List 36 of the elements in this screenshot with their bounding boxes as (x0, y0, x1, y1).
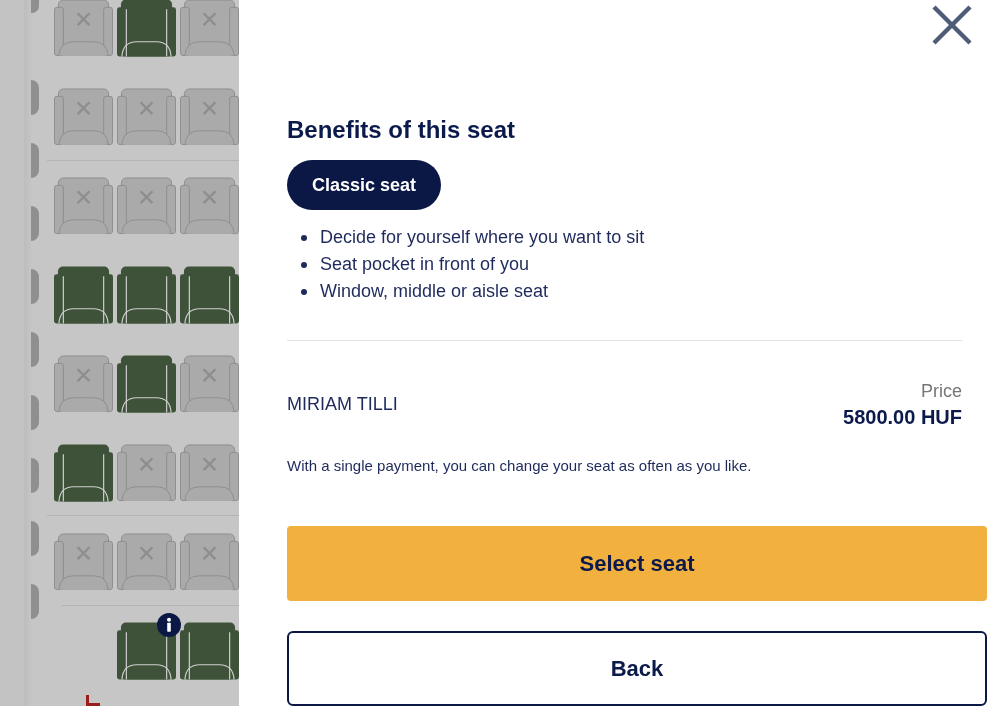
seat-class-badge: Classic seat (287, 160, 442, 210)
benefit-text: Decide for yourself where you want to sit (320, 226, 645, 249)
price-label: Price (921, 380, 962, 402)
info-icon[interactable] (157, 613, 181, 637)
close-button[interactable] (931, 5, 973, 45)
seat-icon[interactable] (180, 266, 239, 324)
payment-note: With a single payment, you can change your seat as often as you like. (287, 456, 752, 476)
window-icon (31, 458, 39, 493)
price-value: 5800.00 HUF (843, 406, 962, 428)
seat-icon[interactable] (117, 0, 176, 57)
seat-icon[interactable] (117, 266, 176, 324)
seat-icon[interactable] (117, 355, 176, 413)
marker-icon (86, 695, 100, 706)
seat-icon[interactable] (117, 622, 176, 680)
window-icon (31, 80, 39, 115)
close-icon (931, 5, 973, 45)
seat-icon[interactable] (54, 266, 113, 324)
window-icon (31, 206, 39, 241)
bullet-icon (301, 234, 307, 241)
window-icon (31, 521, 39, 556)
seat-icon[interactable] (180, 622, 239, 680)
window-icon (31, 584, 39, 619)
bullet-icon (301, 288, 307, 295)
select-seat-button[interactable]: Select seat (287, 526, 987, 601)
window-icon (31, 332, 39, 367)
window-icon (31, 0, 39, 13)
passenger-name: MIRIAM TILLI (287, 393, 398, 415)
benefit-text: Seat pocket in front of you (320, 253, 530, 276)
benefit-text: Window, middle or aisle seat (320, 280, 549, 303)
window-icon (31, 395, 39, 430)
seat-icon[interactable] (54, 444, 113, 502)
back-button[interactable]: Back (287, 631, 987, 706)
window-icon (31, 269, 39, 304)
window-icon (31, 143, 39, 178)
bullet-icon (301, 261, 307, 268)
benefits-heading: Benefits of this seat (287, 115, 516, 145)
